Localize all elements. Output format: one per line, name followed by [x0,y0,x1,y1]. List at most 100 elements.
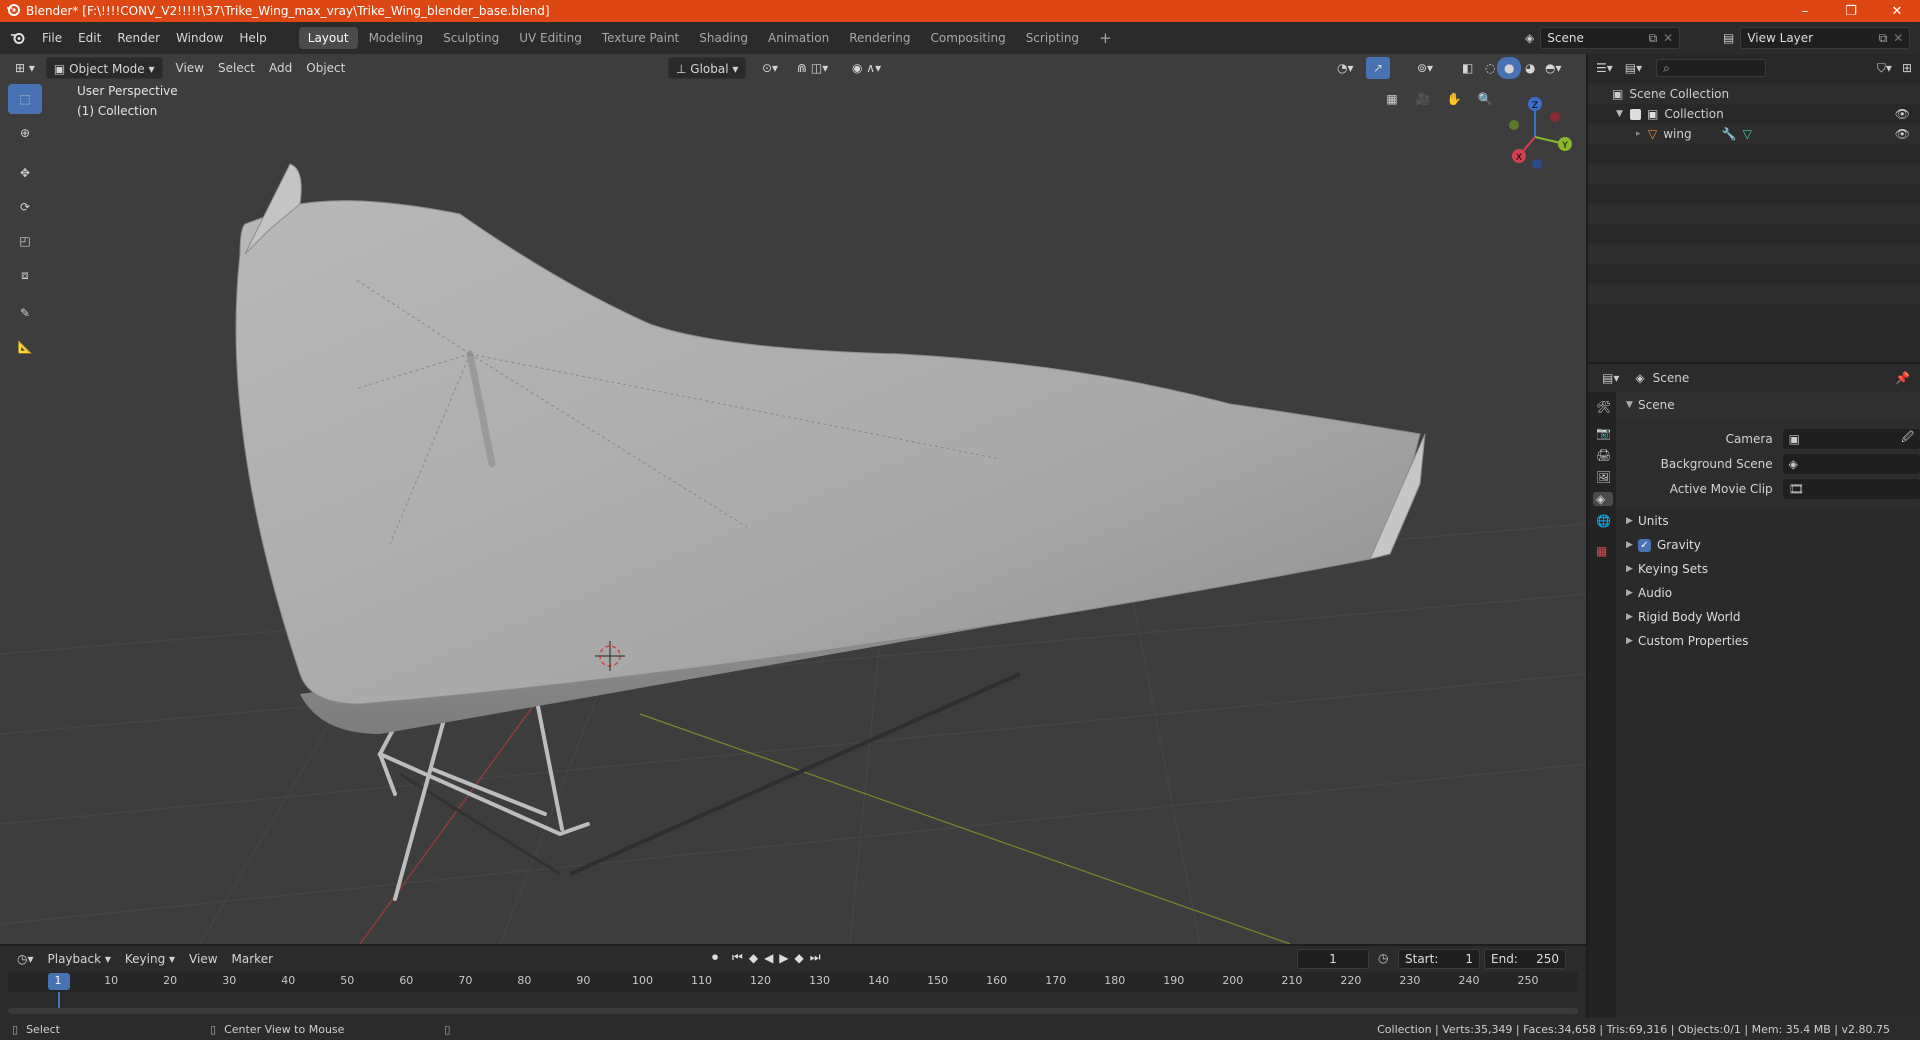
measure-tool[interactable]: 📐 [8,332,42,362]
pan-hand-icon[interactable]: ✋ [1441,86,1467,112]
add-workspace-button[interactable]: + [1090,27,1121,49]
proportional-edit-icon[interactable]: ◉ ∧▾ [845,57,888,79]
new-scene-icon[interactable]: ⧉ [1649,31,1658,46]
scene-tab-icon-active[interactable]: ◈ [1593,492,1613,506]
transform-tool[interactable]: ⧈ [8,260,42,290]
zoom-icon[interactable]: 🔍 [1472,86,1498,112]
move-tool[interactable]: ✥ [8,158,42,188]
maximize-button[interactable]: ❐ [1828,0,1874,22]
menu-render[interactable]: Render [109,27,168,49]
3d-viewport[interactable]: ⊞ ▾ ▣ Object Mode ▾ View Select Add Obje… [0,54,1586,944]
pivot-point-icon[interactable]: ⊙▾ [755,57,785,79]
filter-icon[interactable]: ⛉▾ [1877,61,1892,76]
select-box-tool[interactable]: ⬚ [8,84,42,114]
wing-eye-icon[interactable]: 👁 [1895,127,1910,141]
menu-select[interactable]: Select [211,57,262,79]
tool-tab-icon[interactable]: 🛠 [1596,400,1616,414]
menu-timeline-view[interactable]: View [182,948,224,970]
visibility-icon[interactable]: ◔▾ [1330,57,1361,79]
output-tab-icon[interactable]: 🖨 [1596,448,1616,462]
tab-uv-editing[interactable]: UV Editing [510,27,591,49]
viewport-scene[interactable] [0,54,1586,944]
menu-object[interactable]: Object [299,57,352,79]
eyedropper-icon[interactable]: 🖉 [1901,428,1914,449]
delete-scene-icon[interactable]: ✕ [1663,31,1673,45]
camera-field[interactable]: ▣ 🖉 [1782,428,1920,449]
menu-marker[interactable]: Marker [225,948,280,970]
jump-start-icon[interactable]: ⏮ [732,950,743,965]
expand-arrow-icon[interactable]: ▸ [1636,129,1648,139]
outliner-editor-icon[interactable]: ☰▾ [1596,61,1613,75]
frame-ruler[interactable]: 1 10 20 30 40 50 60 70 80 90 100 110 120 130 140 150 160… [8,972,1578,992]
menu-file[interactable]: File [34,27,70,49]
menu-window[interactable]: Window [168,27,231,49]
tab-texture-paint[interactable]: Texture Paint [593,27,688,49]
world-tab-icon[interactable]: 🌐 [1596,514,1616,528]
rendered-shading-icon[interactable]: ◓▾ [1538,57,1569,79]
scale-tool[interactable]: ◰ [8,226,42,256]
tab-rendering[interactable]: Rendering [840,27,919,49]
annotate-tool[interactable]: ✎ [8,298,42,328]
collection-eye-icon[interactable]: 👁 [1895,107,1910,121]
view-layer-tab-icon[interactable]: 🖼 [1596,470,1616,484]
gravity-panel-header[interactable]: ▶ ✓ Gravity [1616,533,1920,557]
display-mode-icon[interactable]: ▤▾ [1625,61,1642,75]
background-scene-field[interactable]: ◈ [1782,453,1920,474]
audio-panel-header[interactable]: ▶ Audio [1616,581,1920,605]
tab-compositing[interactable]: Compositing [921,27,1014,49]
record-icon[interactable]: ⏺ [712,950,718,965]
properties-editor-icon[interactable]: ▤▾ [1602,371,1619,385]
camera-view-icon[interactable]: 🎥 [1410,86,1436,112]
tree-row-collection[interactable]: ▼ ▣ Collection 👁 [1588,104,1920,124]
blender-menu-icon[interactable] [10,31,26,45]
minimize-button[interactable]: – [1782,0,1828,22]
menu-keying[interactable]: Keying ▾ [118,948,182,970]
tree-row-scene-collection[interactable]: ▣ Scene Collection [1588,84,1920,104]
tab-shading[interactable]: Shading [690,27,757,49]
timeline-editor-icon[interactable]: ◷▾ [10,948,41,970]
timeline-scrollbar[interactable] [8,1008,1578,1014]
menu-edit[interactable]: Edit [70,27,109,49]
gizmo-toggle-icon[interactable]: ↗ [1366,57,1391,79]
keying-sets-panel-header[interactable]: ▶ Keying Sets [1616,557,1920,581]
scene-selector[interactable]: Scene ⧉ ✕ [1540,27,1681,49]
view-layer-selector[interactable]: View Layer ⧉ ✕ [1740,27,1911,49]
tab-layout[interactable]: Layout [298,27,358,49]
jump-end-icon[interactable]: ⏭ [810,950,821,965]
snap-icon[interactable]: ⋒ ◫▾ [790,57,835,79]
rotate-tool[interactable]: ⟳ [8,192,42,222]
transform-orientation-selector[interactable]: ⊥ Global ▾ [668,57,747,79]
close-button[interactable]: ✕ [1874,0,1920,22]
modifier-icon[interactable]: 🔧 [1722,127,1737,141]
cursor-tool[interactable]: ⊕ [8,118,42,148]
navigation-gizmo[interactable]: Z Y X [1505,92,1585,172]
play-icon[interactable]: ▶ [779,951,788,965]
collection-checkbox[interactable] [1630,108,1641,120]
scene-panel-header[interactable]: ▼ Scene [1616,392,1920,418]
gravity-checkbox[interactable]: ✓ [1638,538,1651,552]
mode-selector[interactable]: ▣ Object Mode ▾ [45,57,163,79]
tab-sculpting[interactable]: Sculpting [434,27,508,49]
delete-view-layer-icon[interactable]: ✕ [1893,31,1903,45]
menu-help[interactable]: Help [231,27,274,49]
menu-add[interactable]: Add [262,57,299,79]
tab-modeling[interactable]: Modeling [360,27,433,49]
xray-icon[interactable]: ◧ [1455,57,1480,79]
next-keyframe-icon[interactable]: ◆ [795,951,804,965]
overlay-toggle-icon[interactable]: ⊚▾ [1410,57,1440,79]
texture-tab-icon[interactable]: ▦ [1596,544,1616,558]
tab-animation[interactable]: Animation [759,27,838,49]
tree-row-wing[interactable]: ▸ ▽ wing 🔧 ▽ 👁 [1588,124,1920,144]
prev-keyframe-icon[interactable]: ◆ [749,951,758,965]
rigid-body-world-panel-header[interactable]: ▶ Rigid Body World [1616,605,1920,629]
new-view-layer-icon[interactable]: ⧉ [1879,31,1888,46]
units-panel-header[interactable]: ▶ Units [1616,509,1920,533]
menu-view[interactable]: View [169,57,211,79]
preview-range-icon[interactable]: ◷ [1378,951,1388,965]
mesh-data-icon[interactable]: ▽ [1743,127,1752,141]
ortho-grid-icon[interactable]: ▦ [1379,86,1405,112]
editor-type-icon[interactable]: ⊞ ▾ [8,57,42,79]
current-frame-field[interactable]: 1 [1297,949,1369,969]
play-reverse-icon[interactable]: ◀ [764,951,773,965]
new-collection-icon[interactable]: ⊞ [1902,61,1912,75]
